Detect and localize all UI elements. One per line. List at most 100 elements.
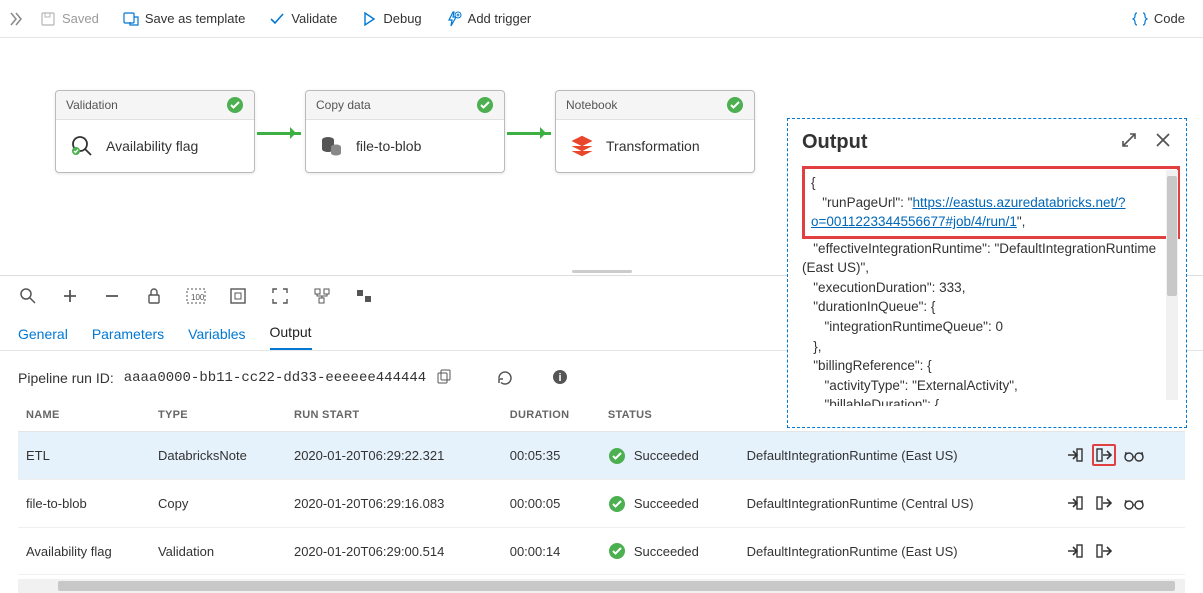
- table-row[interactable]: Availability flag Validation 2020-01-20T…: [18, 528, 1185, 575]
- top-toolbar: Saved Save as template Validate Debug Ad…: [0, 0, 1203, 38]
- svg-text:100: 100: [191, 293, 205, 302]
- success-check-icon: [608, 542, 626, 560]
- horizontal-scrollbar[interactable]: [18, 579, 1185, 593]
- node-validation[interactable]: Validation Availability flag: [55, 90, 255, 173]
- table-row[interactable]: file-to-blob Copy 2020-01-20T06:29:16.08…: [18, 480, 1185, 528]
- vertical-scrollbar[interactable]: [1166, 170, 1178, 400]
- copy-icon[interactable]: [436, 369, 454, 387]
- play-icon: [361, 11, 377, 27]
- saved-status: Saved: [30, 7, 109, 31]
- svg-text:i: i: [559, 372, 562, 384]
- json-text: "activityType": "ExternalActivity",: [825, 378, 1018, 393]
- col-stat[interactable]: STATUS: [600, 399, 739, 432]
- table-row[interactable]: ETL DatabricksNote 2020-01-20T06:29:22.3…: [18, 432, 1185, 480]
- col-dur[interactable]: DURATION: [502, 399, 600, 432]
- run-id-label: Pipeline run ID:: [18, 370, 114, 386]
- tab-parameters[interactable]: Parameters: [92, 326, 164, 350]
- cell-name: ETL: [18, 432, 150, 480]
- node-title: Availability flag: [106, 138, 198, 154]
- zoom-fit-icon[interactable]: 100: [186, 286, 206, 306]
- fullscreen-icon[interactable]: [270, 286, 290, 306]
- glasses-icon[interactable]: [1122, 445, 1146, 467]
- success-check-icon: [608, 495, 626, 513]
- cell-type: Copy: [150, 480, 286, 528]
- node-type-label: Copy data: [316, 98, 371, 112]
- cell-type: DatabricksNote: [150, 432, 286, 480]
- success-check-icon: [476, 96, 494, 114]
- save-icon: [40, 11, 56, 27]
- save-template-label: Save as template: [145, 11, 245, 26]
- json-text: "durationInQueue": {: [813, 299, 935, 314]
- json-text: "billingReference": {: [813, 358, 931, 373]
- braces-icon: [1132, 11, 1148, 27]
- cell-dur: 00:00:05: [502, 480, 600, 528]
- cell-name: Availability flag: [18, 528, 150, 575]
- expand-chevron-icon[interactable]: [8, 12, 26, 26]
- debug-button[interactable]: Debug: [351, 7, 431, 31]
- node-notebook[interactable]: Notebook Transformation: [555, 90, 755, 173]
- output-json-body: { "runPageUrl": "https://eastus.azuredat…: [802, 166, 1180, 406]
- node-copy-data[interactable]: Copy data file-to-blob: [305, 90, 505, 173]
- json-text: },: [813, 339, 821, 354]
- refresh-icon[interactable]: [496, 369, 514, 387]
- cell-name: file-to-blob: [18, 480, 150, 528]
- output-icon[interactable]: [1092, 444, 1116, 466]
- output-panel-title: Output: [802, 131, 868, 154]
- cell-runtime: DefaultIntegrationRuntime (Central US): [739, 480, 1054, 528]
- tab-variables[interactable]: Variables: [188, 326, 245, 350]
- add-trigger-button[interactable]: Add trigger: [436, 7, 542, 31]
- json-text: "effectiveIntegrationRuntime": "DefaultI…: [802, 241, 1156, 276]
- success-check-icon: [226, 96, 244, 114]
- code-button[interactable]: Code: [1122, 7, 1195, 31]
- cell-runtime: DefaultIntegrationRuntime (East US): [739, 528, 1054, 575]
- add-trigger-label: Add trigger: [468, 11, 532, 26]
- run-id-value: aaaa0000-bb11-cc22-dd33-eeeeee444444: [124, 370, 426, 386]
- output-icon[interactable]: [1092, 492, 1116, 514]
- input-icon[interactable]: [1063, 444, 1087, 466]
- tab-output[interactable]: Output: [270, 324, 312, 350]
- zoom-out-icon[interactable]: [102, 286, 122, 306]
- code-label: Code: [1154, 11, 1185, 26]
- json-text: "billableDuration": {: [825, 397, 940, 406]
- edge-1: [257, 132, 301, 135]
- col-start[interactable]: RUN START: [286, 399, 502, 432]
- auto-layout-icon[interactable]: [312, 286, 332, 306]
- database-copy-icon: [318, 132, 346, 160]
- node-type-label: Validation: [66, 98, 118, 112]
- zoom-in-icon[interactable]: [60, 286, 80, 306]
- magnifier-check-icon: [68, 132, 96, 160]
- save-template-icon: [123, 11, 139, 27]
- tab-general[interactable]: General: [18, 326, 68, 350]
- cell-actions: [1054, 480, 1185, 528]
- cell-status: Succeeded: [600, 528, 739, 575]
- json-text: "executionDuration": 333,: [813, 280, 965, 295]
- databricks-icon: [568, 132, 596, 160]
- col-name[interactable]: NAME: [18, 399, 150, 432]
- validate-button[interactable]: Validate: [259, 7, 347, 31]
- output-json-panel: Output { "runPageUrl": "https://eastus.a…: [787, 118, 1187, 428]
- save-as-template-button[interactable]: Save as template: [113, 7, 255, 31]
- lightning-plus-icon: [446, 11, 462, 27]
- expand-icon[interactable]: [1120, 131, 1142, 153]
- cell-dur: 00:00:14: [502, 528, 600, 575]
- input-icon[interactable]: [1063, 492, 1087, 514]
- cell-type: Validation: [150, 528, 286, 575]
- search-icon[interactable]: [18, 286, 38, 306]
- cell-runtime: DefaultIntegrationRuntime (East US): [739, 432, 1054, 480]
- align-icon[interactable]: [354, 286, 374, 306]
- input-icon[interactable]: [1063, 540, 1087, 562]
- close-icon[interactable]: [1154, 131, 1176, 153]
- cell-start: 2020-01-20T06:29:16.083: [286, 480, 502, 528]
- success-check-icon: [608, 447, 626, 465]
- glasses-icon[interactable]: [1122, 493, 1146, 515]
- fit-screen-icon[interactable]: [228, 286, 248, 306]
- info-icon[interactable]: i: [552, 369, 570, 387]
- output-icon[interactable]: [1092, 540, 1116, 562]
- edge-2: [507, 132, 551, 135]
- col-type[interactable]: TYPE: [150, 399, 286, 432]
- validate-label: Validate: [291, 11, 337, 26]
- lock-icon[interactable]: [144, 286, 164, 306]
- json-text: ",: [1017, 214, 1026, 229]
- cell-status: Succeeded: [600, 432, 739, 480]
- node-title: file-to-blob: [356, 138, 421, 154]
